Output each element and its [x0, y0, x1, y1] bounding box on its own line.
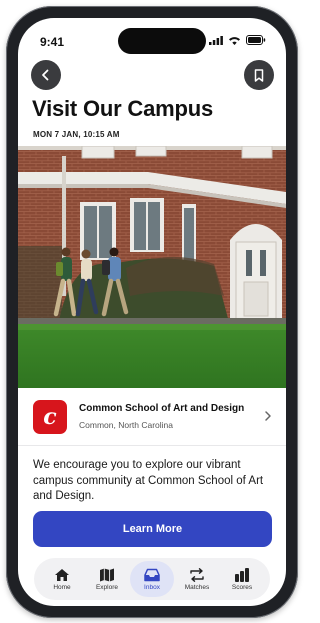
- school-card[interactable]: c Common School of Art and Design Common…: [18, 388, 286, 446]
- back-button[interactable]: [31, 60, 61, 90]
- phone-frame: 9:41 Visit Our Campus MON 7 JAN, 10:15 A…: [6, 6, 298, 618]
- tab-inbox[interactable]: Inbox: [130, 561, 174, 597]
- dynamic-island: [118, 28, 206, 54]
- tab-home[interactable]: Home: [40, 561, 84, 597]
- battery-icon: [246, 35, 266, 45]
- campus-photo-illustration: [18, 146, 286, 388]
- chevron-right-icon: [265, 411, 271, 421]
- event-date: MON 7 JAN, 10:15 AM: [33, 130, 120, 139]
- inbox-icon: [144, 568, 160, 581]
- status-icons: [209, 35, 266, 45]
- tab-explore[interactable]: Explore: [85, 561, 129, 597]
- bookmark-button[interactable]: [244, 60, 274, 90]
- bookmark-icon: [254, 68, 264, 82]
- school-name: Common School of Art and Design: [79, 403, 245, 414]
- screen: 9:41 Visit Our Campus MON 7 JAN, 10:15 A…: [18, 18, 286, 606]
- tab-matches[interactable]: Matches: [175, 561, 219, 597]
- chevron-left-icon: [42, 69, 49, 81]
- campus-photo: [18, 146, 286, 388]
- map-icon: [100, 568, 114, 581]
- scores-icon: [235, 567, 249, 582]
- tab-label: Inbox: [144, 583, 160, 591]
- description-text: We encourage you to explore our vibrant …: [33, 459, 264, 502]
- school-logo: c: [33, 400, 67, 434]
- school-logo-letter: c: [43, 404, 57, 430]
- matches-icon: [190, 567, 204, 582]
- wifi-icon: [229, 36, 240, 45]
- learn-more-button[interactable]: Learn More: [33, 511, 272, 547]
- page-title: Visit Our Campus: [32, 96, 213, 121]
- tab-label: Home: [53, 583, 71, 591]
- school-location: Common, North Carolina: [79, 420, 174, 430]
- home-icon: [55, 568, 69, 581]
- tab-bar: Home Explore Inbox Matches Scores: [34, 558, 270, 600]
- tab-label: Matches: [184, 583, 210, 591]
- cellular-signal-icon: [209, 35, 223, 45]
- tab-label: Explore: [95, 583, 119, 591]
- status-bar: 9:41: [18, 18, 286, 62]
- tab-scores[interactable]: Scores: [220, 561, 264, 597]
- tab-label: Scores: [231, 583, 253, 591]
- status-time: 9:41: [40, 35, 65, 49]
